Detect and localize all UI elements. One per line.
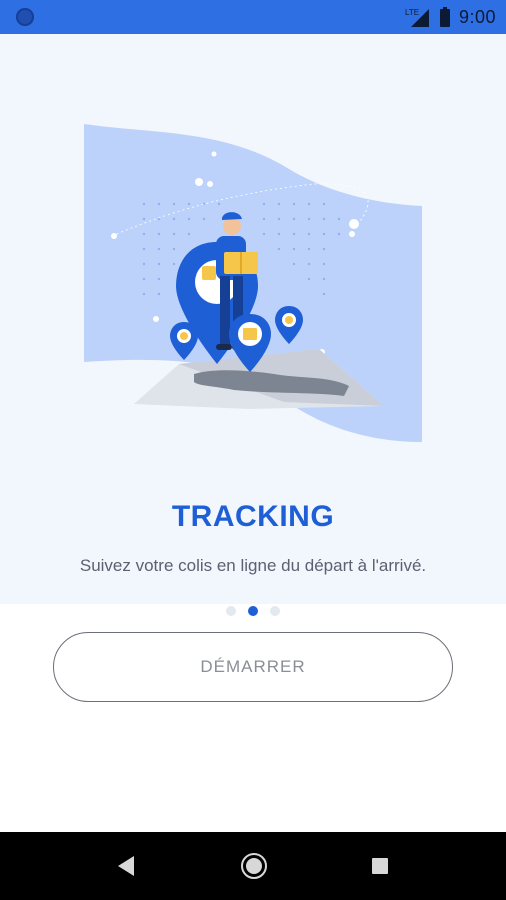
status-icons: LTE 9:00 bbox=[405, 5, 496, 29]
tracking-illustration bbox=[84, 124, 424, 446]
battery-icon bbox=[439, 7, 451, 27]
page-dot-active[interactable] bbox=[248, 606, 258, 616]
status-bar: LTE 9:00 bbox=[0, 0, 506, 34]
page-dot[interactable] bbox=[270, 606, 280, 616]
camera-dot-icon bbox=[16, 8, 34, 26]
back-icon[interactable] bbox=[118, 856, 134, 876]
onboarding-hero: TRACKING Suivez votre colis en ligne du … bbox=[0, 34, 506, 616]
recents-icon[interactable] bbox=[372, 858, 388, 874]
start-button[interactable]: DÉMARRER bbox=[53, 632, 453, 702]
onboarding-subtitle: Suivez votre colis en ligne du départ à … bbox=[79, 556, 427, 575]
lte-label: LTE bbox=[405, 8, 419, 17]
system-nav-bar bbox=[0, 832, 506, 900]
status-time: 9:00 bbox=[458, 6, 496, 27]
lte-signal-icon: LTE bbox=[405, 6, 431, 28]
page-indicator bbox=[0, 606, 506, 616]
onboarding-title: TRACKING bbox=[171, 500, 335, 533]
home-icon[interactable] bbox=[241, 853, 267, 879]
page-dot[interactable] bbox=[226, 606, 236, 616]
